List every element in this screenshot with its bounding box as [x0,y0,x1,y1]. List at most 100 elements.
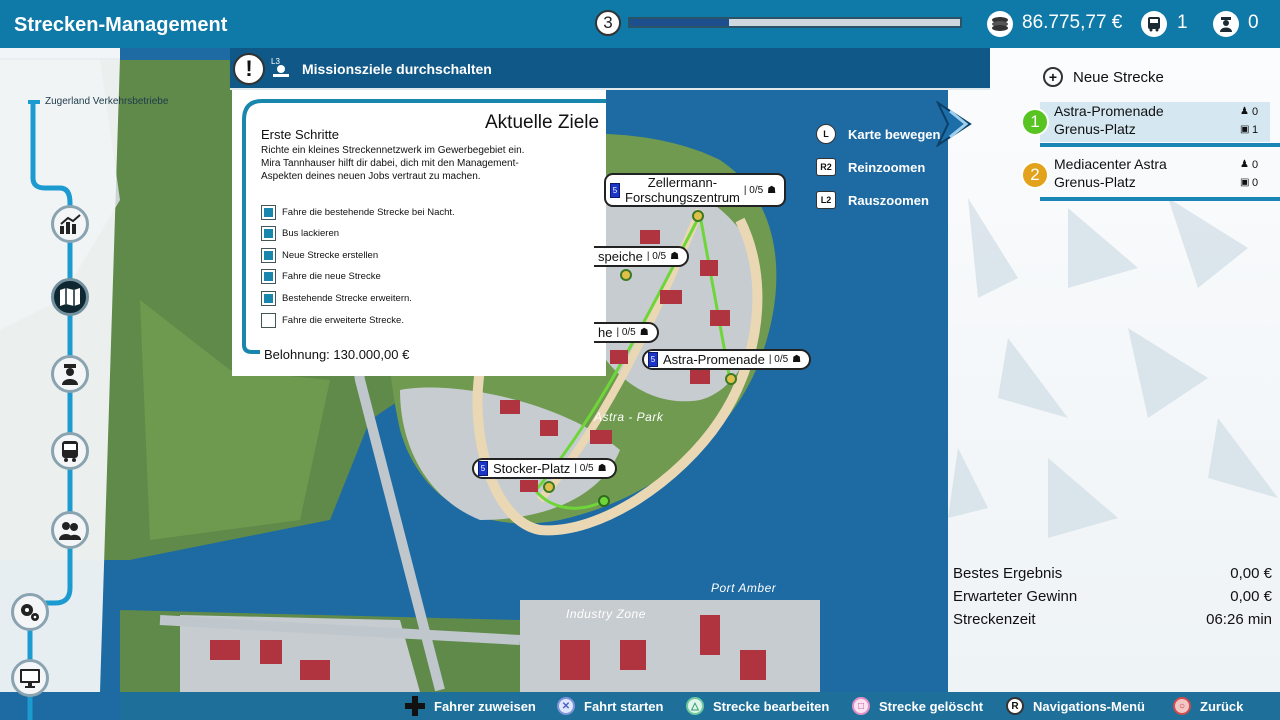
bus-icon: ▣ [1240,124,1250,135]
stop-label-partial[interactable]: he | 0/5 ☗ [594,322,659,343]
level-progress-bar [628,17,962,28]
game-screen: Strecken-Management 3 86.775,77 € 1 0 Zu… [0,0,1280,720]
sidebar-item-people[interactable] [51,511,89,549]
expected-profit-value: 0,00 € [1230,588,1272,605]
task-label: Bestehende Strecke erweitern. [282,292,412,304]
task-item: Bestehende Strecke erweitern. [261,290,412,306]
nav-menu-button[interactable]: R Navigations-Menü [1006,697,1145,715]
plus-icon: + [1043,67,1063,87]
stop-name: Astra-Promenade [663,352,765,367]
monitor-icon [20,669,40,688]
map-label-park: Astra - Park [594,410,664,424]
route-item-2[interactable]: 2 Mediacenter Astra Grenus-Platz ♟ 0 ▣ 0 [1021,155,1270,195]
sidebar-item-computer[interactable] [11,659,49,697]
chevron-right-icon[interactable] [936,101,976,147]
route-driver-count: 0 [1252,159,1259,171]
l-stick-icon: L [816,124,836,144]
goal-description: Richte ein kleines Streckennetzwerk im G… [261,145,525,182]
task-checkbox [261,225,276,241]
page-title: Strecken-Management [14,14,228,36]
control-move-map: L Karte bewegen [816,123,940,145]
assign-driver-button[interactable]: Fahrer zuweisen [405,696,536,716]
goal-title: Erste Schritte [261,127,340,142]
task-label: Fahre die bestehende Strecke bei Nacht. [282,206,455,218]
sidebar-item-settings[interactable] [11,593,49,631]
stop-label-astra-promenade[interactable]: 5 Astra-Promenade | 0/5 ☗ [642,349,812,370]
route-bus-count: 0 [1252,177,1259,189]
square-button-icon: □ [852,697,870,715]
reward-text: Belohnung: 130.000,00 € [264,347,410,362]
stop-capacity: | 0/5 [743,184,764,196]
task-checkbox [261,268,276,284]
best-result-value: 0,00 € [1230,565,1272,582]
level-badge: 3 [595,10,621,36]
stop-label-stocker-platz[interactable]: 5 Stocker-Platz | 0/5 ☗ [472,458,617,479]
route-end: Grenus-Platz [1054,174,1136,190]
cross-button-icon: ✕ [557,697,575,715]
driver-count-icon [1213,11,1239,37]
control-zoom-out: L2 Rauszoomen [816,189,929,211]
route-number-badge: 2 [1021,161,1049,189]
circle-button-icon: ○ [1173,697,1191,715]
task-label: Neue Strecke erstellen [282,249,379,261]
route-deleted-button[interactable]: □ Strecke gelöscht [852,697,983,715]
driver-icon: ♟ [1240,106,1249,117]
passenger-icon: ☗ [597,463,607,474]
dpad-icon [405,696,425,716]
sidebar-item-map[interactable] [51,278,89,316]
people-icon [59,522,81,540]
passenger-icon: ☗ [767,184,777,196]
route-bus-count: 1 [1252,124,1259,136]
new-route-button[interactable]: + Neue Strecke [1043,67,1164,87]
chart-icon [60,214,81,234]
task-checkbox [261,312,276,328]
stop-name: Stocker-Platz [493,461,571,476]
stop-capacity: | 0/5 [768,354,789,365]
gear-icon [21,604,39,621]
passenger-icon: ☗ [792,354,802,365]
bus-count-value: 1 [1177,12,1188,33]
route-item-1[interactable]: 1 Astra-Promenade Grenus-Platz ♟ 0 ▣ 1 [1021,102,1270,142]
money-value: 86.775,77 € [1022,12,1123,33]
route-underline [1040,143,1280,147]
level-progress-fill [630,19,729,26]
driver-count-value: 0 [1248,12,1259,33]
button-label: Fahrer zuweisen [434,698,536,714]
stop-label-speiche[interactable]: speiche | 0/5 ☗ [594,246,690,267]
sidebar-item-drivers[interactable] [51,355,89,393]
sidebar-item-buses[interactable] [51,432,89,470]
task-label: Fahre die neue Strecke [282,270,381,282]
stop-name: Zellermann- Forschungszentrum [625,175,740,205]
stop-capacity: | 0/5 [646,251,667,262]
bus-icon [62,441,78,462]
r-stick-icon: R [1006,697,1024,715]
passenger-icon: ☗ [670,251,680,262]
l2-button-icon: L2 [816,191,836,209]
back-button[interactable]: ○ Zurück [1173,697,1243,715]
stop-capacity: | 0/5 [574,463,594,474]
map-icon [60,288,80,306]
alert-icon: ! [233,53,265,85]
coins-icon [987,11,1013,37]
edit-route-button[interactable]: △ Strecke bearbeiten [686,697,829,715]
expected-profit-label: Erwarteter Gewinn [953,588,1078,605]
triangle-button-icon: △ [686,697,704,715]
best-result-label: Bestes Ergebnis [953,565,1063,582]
sidebar-item-statistics[interactable] [51,205,89,243]
stop-marker: 5 [610,182,620,198]
route-number-badge: 1 [1021,108,1049,136]
task-item: Fahre die neue Strecke [261,268,381,284]
stop-label-zellermann[interactable]: 5 Zellermann- Forschungszentrum | 0/5 ☗ [604,173,787,207]
route-time-label: Streckenzeit [953,611,1036,628]
map-label-port: Port Amber [711,581,777,595]
route-start: Mediacenter Astra [1054,156,1167,172]
stop-name: speiche [598,249,643,264]
stop-capacity: | 0/5 [616,327,636,338]
control-label: Karte bewegen [848,126,941,142]
mission-toggle-label[interactable]: Missionsziele durchschalten [302,61,492,77]
stop-marker: 5 [648,352,658,367]
start-ride-button[interactable]: ✕ Fahrt starten [557,697,663,715]
task-item: Fahre die erweiterte Strecke. [261,312,404,328]
passenger-icon: ☗ [639,327,649,338]
control-label: Rauszoomen [848,192,929,208]
